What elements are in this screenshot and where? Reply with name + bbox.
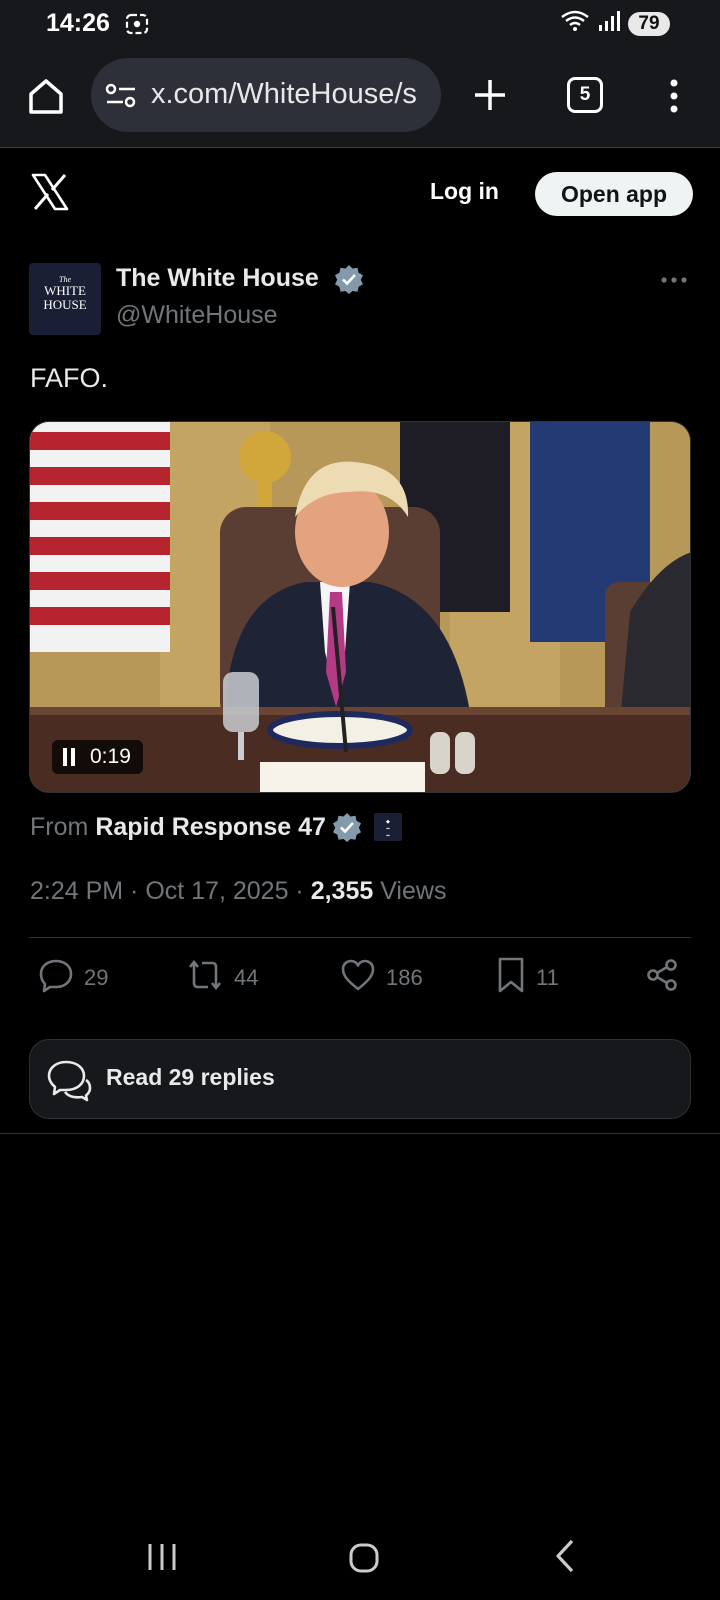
reply-count: 29 [84,965,109,990]
timestamp[interactable]: 2:24 PM · Oct 17, 2025 · [30,877,311,905]
open-app-button[interactable]: Open app [535,172,693,216]
like-count: 186 [386,965,423,990]
source-attribution: From Rapid Response 47 ◆ ▪▪ ▪▪ [30,812,402,842]
more-options-icon[interactable] [660,268,688,292]
overflow-menu-icon[interactable] [664,76,684,116]
video-time: 0:19 [90,745,131,768]
replies-icon [46,1058,92,1104]
bookmark-icon [496,956,526,1000]
system-nav-bar [0,1520,720,1590]
video-player[interactable]: 0:19 [29,421,691,793]
source-name[interactable]: Rapid Response 47 [95,813,326,842]
bookmark-button[interactable]: 11 [496,956,559,1000]
url-text[interactable]: x.com/WhiteHouse/s [151,78,417,111]
home-nav-icon[interactable] [348,1542,380,1579]
like-button[interactable]: 186 [340,958,423,998]
action-bar: 29 44 186 11 [0,956,720,1006]
screen-recorder-icon [125,12,149,41]
repost-count: 44 [234,965,259,990]
bookmark-count: 11 [536,965,559,990]
verified-badge-icon [332,812,362,842]
read-replies-button[interactable]: Read 29 replies [29,1039,691,1119]
pause-icon[interactable] [62,748,76,766]
read-replies-label: Read 29 replies [106,1064,275,1090]
divider [29,937,691,938]
tweet-text: FAFO. [30,363,109,393]
heart-icon [340,957,376,999]
repost-button[interactable]: 44 [186,958,258,998]
author-name[interactable]: The White House [116,264,319,293]
video-timer[interactable]: 0:19 [52,740,143,774]
share-button[interactable] [644,958,680,998]
divider [0,1133,720,1134]
new-tab-icon[interactable] [470,75,510,115]
login-link[interactable]: Log in [430,178,499,205]
wifi-icon [560,10,590,37]
views-label: Views [373,877,447,905]
back-icon[interactable] [552,1538,580,1579]
affiliate-logo[interactable]: ◆ ▪▪ ▪▪ [373,813,402,841]
reply-icon [38,957,74,999]
reply-button[interactable]: 29 [38,958,108,998]
battery-indicator: 79 [628,11,670,36]
browser-toolbar: x.com/WhiteHouse/s 5 [0,48,720,148]
views-count: 2,355 [310,877,374,905]
signal-icon [598,10,620,37]
status-time: 14:26 [46,9,110,37]
address-bar[interactable]: x.com/WhiteHouse/s [91,58,441,132]
avatar[interactable]: The WHITE HOUSE [29,263,101,335]
x-logo-icon[interactable] [30,172,70,212]
tabs-icon[interactable]: 5 [567,77,603,113]
from-label: From [30,812,89,841]
repost-icon [186,957,224,999]
recents-icon[interactable] [146,1542,178,1577]
video-frame [30,422,690,792]
tweet-meta: 2:24 PM · Oct 17, 2025 · 2,355 Views [30,877,446,906]
verified-badge-icon [334,264,364,294]
author-handle[interactable]: @WhiteHouse [116,301,278,330]
site-settings-icon[interactable] [105,82,137,115]
home-icon[interactable] [26,76,66,116]
share-icon [644,957,680,999]
status-bar: 14:26 79 [0,0,720,48]
